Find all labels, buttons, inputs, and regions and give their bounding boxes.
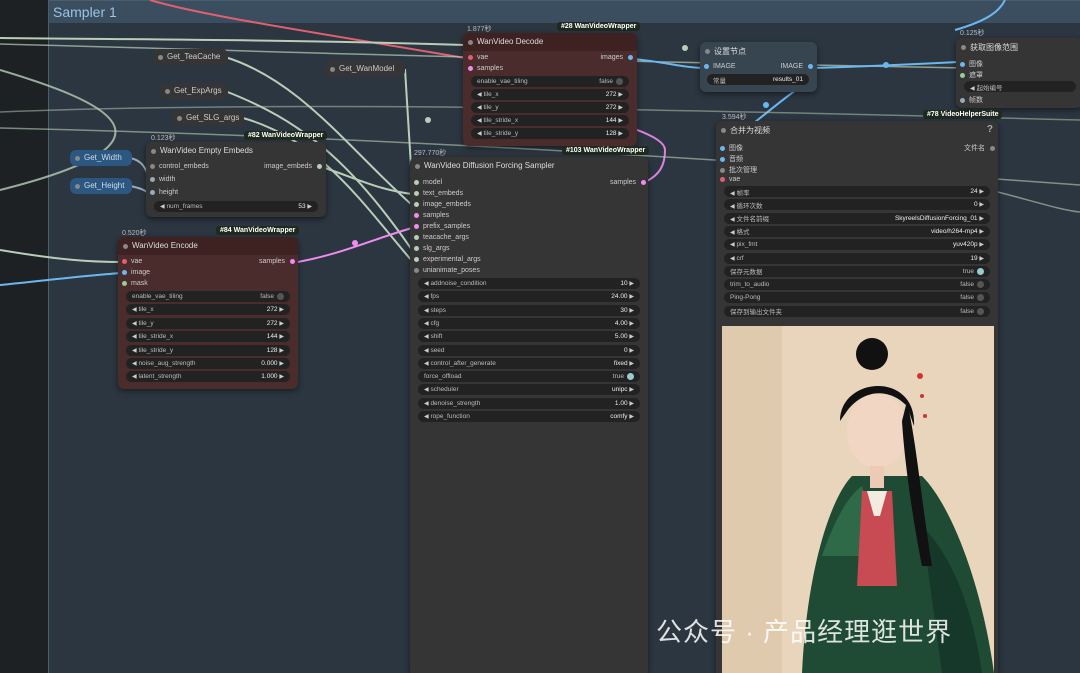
range-input-mask[interactable]: 遮罩: [960, 70, 983, 80]
sampler-widget-fps[interactable]: ◀ fps 24.00 ▶: [418, 291, 640, 303]
combine-widget-[interactable]: ◀ 帧率 24 ▶: [724, 186, 990, 197]
get-slg-args-node[interactable]: Get_SLG_args: [172, 110, 244, 126]
decode-badge: #28 WanVideoWrapper: [557, 22, 641, 31]
embeds-input-control[interactable]: control_embeds: [150, 163, 209, 170]
image-range-node[interactable]: 获取图像范围 图像 遮罩 ◀ 起始编号 帧数: [956, 38, 1080, 108]
set-node-title[interactable]: 设置节点: [700, 42, 817, 60]
sampler-widget-control-after-generate[interactable]: ◀ control_after_generate fixed ▶: [418, 357, 640, 369]
combine-widget-[interactable]: 保存到输出文件夹 false: [724, 305, 990, 317]
sampler-widget-seed[interactable]: ◀ seed 0 ▶: [418, 344, 640, 356]
set-node-constant[interactable]: 常量 results_01: [707, 74, 809, 85]
encode-input-vae[interactable]: vae: [122, 258, 142, 265]
set-node-input[interactable]: IMAGE: [704, 63, 736, 70]
encode-badge: #84 WanVideoWrapper: [216, 226, 300, 235]
combine-input-0[interactable]: 图像: [720, 143, 743, 153]
range-start-index[interactable]: ◀ 起始编号: [964, 81, 1076, 92]
combine-widget-[interactable]: ◀ 循环次数 0 ▶: [724, 199, 990, 211]
diffusion-forcing-sampler-node[interactable]: WanVideo Diffusion Forcing Sampler sampl…: [410, 157, 648, 673]
node-canvas[interactable]: Sampler 1 Get_TeaCache Get_WanModel Get_…: [0, 0, 1080, 673]
wanvideo-encode-node[interactable]: WanVideo Encode vae image mask samples e…: [118, 237, 298, 389]
combine-input-2[interactable]: 批次管理: [720, 165, 757, 175]
combine-widget-[interactable]: 保存元数据 true: [724, 265, 990, 277]
encode-widget-latent-strength[interactable]: ◀ latent_strength 1.000 ▶: [126, 371, 290, 383]
sampler-widget-scheduler[interactable]: ◀ scheduler unipc ▶: [418, 384, 640, 396]
encode-widget-tile-y[interactable]: ◀ tile_y 272 ▶: [126, 317, 290, 329]
embeds-badge: #82 WanVideoWrapper: [244, 131, 328, 140]
sampler-widget-denoise-strength[interactable]: ◀ denoise_strength 1.00 ▶: [418, 397, 640, 409]
combine-output-filename[interactable]: 文件名: [964, 143, 995, 153]
combine-widget-crf[interactable]: ◀ crf 19 ▶: [724, 252, 990, 264]
sampler-widget-rope-function[interactable]: ◀ rope_function comfy ▶: [418, 411, 640, 422]
get-teacache-node[interactable]: Get_TeaCache: [153, 49, 228, 65]
embeds-input-width[interactable]: width: [150, 176, 175, 183]
sampler-output-samples[interactable]: samples: [610, 179, 646, 186]
decode-tile-x[interactable]: ◀ tile_x 272 ▶: [471, 89, 629, 100]
sampler-widget-addnoise-condition[interactable]: ◀ addnoise_condition 10 ▶: [418, 278, 640, 289]
combine-widget-[interactable]: ◀ 格式 video/h264-mp4 ▶: [724, 225, 990, 237]
set-node[interactable]: 设置节点 IMAGE IMAGE 常量 results_01: [700, 42, 817, 92]
encode-widget-tile-stride-x[interactable]: ◀ tile_stride_x 144 ▶: [126, 331, 290, 343]
encode-widget-enable-vae-tiling[interactable]: enable_vae_tiling false: [126, 291, 290, 302]
embeds-title[interactable]: WanVideo Empty Embeds: [146, 142, 326, 160]
combine-input-1[interactable]: 音频: [720, 154, 743, 164]
get-width-node[interactable]: Get_Width: [70, 150, 132, 166]
encode-input-image[interactable]: image: [122, 269, 150, 276]
decode-input-samples[interactable]: samples: [468, 65, 503, 72]
embeds-output[interactable]: image_embeds: [264, 163, 322, 170]
range-time: 0.125秒: [960, 30, 985, 37]
combine-help-icon[interactable]: ?: [987, 124, 993, 135]
decode-enable-vae-tiling[interactable]: enable_vae_tiling false: [471, 76, 629, 87]
combine-widget-pix-fmt[interactable]: ◀ pix_fmt yuv420p ▶: [724, 239, 990, 251]
get-height-node[interactable]: Get_Height: [70, 178, 132, 194]
encode-widget-tile-stride-y[interactable]: ◀ tile_stride_y 128 ▶: [126, 344, 290, 356]
encode-input-mask[interactable]: mask: [122, 280, 148, 287]
combine-input-3[interactable]: vae: [720, 176, 740, 183]
decode-title[interactable]: WanVideo Decode: [463, 33, 637, 51]
sampler-badge: #103 WanVideoWrapper: [562, 146, 650, 155]
sampler-input-3[interactable]: samples: [414, 212, 449, 219]
sampler-input-1[interactable]: text_embeds: [414, 190, 463, 197]
sampler-widget-shift[interactable]: ◀ shift 5.00 ▶: [418, 331, 640, 343]
sampler-input-2[interactable]: image_embeds: [414, 201, 471, 208]
sampler-input-5[interactable]: teacache_args: [414, 234, 469, 241]
watermark-text: 公众号 · 产品经理逛世界: [656, 617, 953, 647]
sampler-widget-cfg[interactable]: ◀ cfg 4.00 ▶: [418, 317, 640, 329]
decode-output-images[interactable]: images: [600, 54, 633, 61]
decode-tile-stride-y[interactable]: ◀ tile_stride_y 128 ▶: [471, 128, 629, 139]
range-input-image[interactable]: 图像: [960, 59, 983, 69]
combine-badge: #78 VideoHelperSuite: [923, 110, 1003, 119]
get-wanmodel-node[interactable]: Get_WanModel: [325, 61, 405, 77]
embeds-num-frames[interactable]: ◀ num_frames 53 ▶: [154, 201, 318, 212]
sampler-widget-force-offload[interactable]: force_offload true: [418, 371, 640, 383]
wanvideo-decode-node[interactable]: WanVideo Decode vae samples images enabl…: [463, 33, 637, 146]
sampler-input-0[interactable]: model: [414, 179, 442, 186]
decode-tile-stride-x[interactable]: ◀ tile_stride_x 144 ▶: [471, 115, 629, 126]
range-output-frames[interactable]: 帧数: [960, 95, 983, 105]
range-title[interactable]: 获取图像范围: [956, 38, 1080, 56]
sampler-input-4[interactable]: prefix_samples: [414, 223, 470, 230]
combine-widget-ping-pong[interactable]: Ping-Pong false: [724, 292, 990, 304]
sampler-input-7[interactable]: experimental_args: [414, 256, 481, 263]
sampler-input-8[interactable]: unianimate_poses: [414, 267, 480, 274]
sampler-widget-steps[interactable]: ◀ steps 30 ▶: [418, 304, 640, 316]
encode-title[interactable]: WanVideo Encode: [118, 237, 298, 255]
set-node-output[interactable]: IMAGE: [780, 63, 813, 70]
decode-input-vae[interactable]: vae: [468, 54, 488, 61]
encode-output-samples[interactable]: samples: [259, 258, 295, 265]
embeds-input-height[interactable]: height: [150, 189, 178, 196]
combine-widget-trim-to-audio[interactable]: trim_to_audio false: [724, 279, 990, 291]
combine-title[interactable]: 合并为视频: [716, 121, 998, 139]
combine-widget-[interactable]: ◀ 文件名前缀 SkyreelsDiffusionForcing_01 ▶: [724, 212, 990, 224]
sampler-input-6[interactable]: slg_args: [414, 245, 449, 252]
encode-widget-tile-x[interactable]: ◀ tile_x 272 ▶: [126, 304, 290, 316]
get-expargs-node[interactable]: Get_ExpArgs: [160, 83, 228, 99]
sampler-title[interactable]: WanVideo Diffusion Forcing Sampler: [410, 157, 648, 175]
decode-tile-y[interactable]: ◀ tile_y 272 ▶: [471, 102, 629, 113]
empty-embeds-node[interactable]: WanVideo Empty Embeds control_embeds wid…: [146, 142, 326, 217]
encode-widget-noise-aug-strength[interactable]: ◀ noise_aug_strength 0.000 ▶: [126, 358, 290, 369]
